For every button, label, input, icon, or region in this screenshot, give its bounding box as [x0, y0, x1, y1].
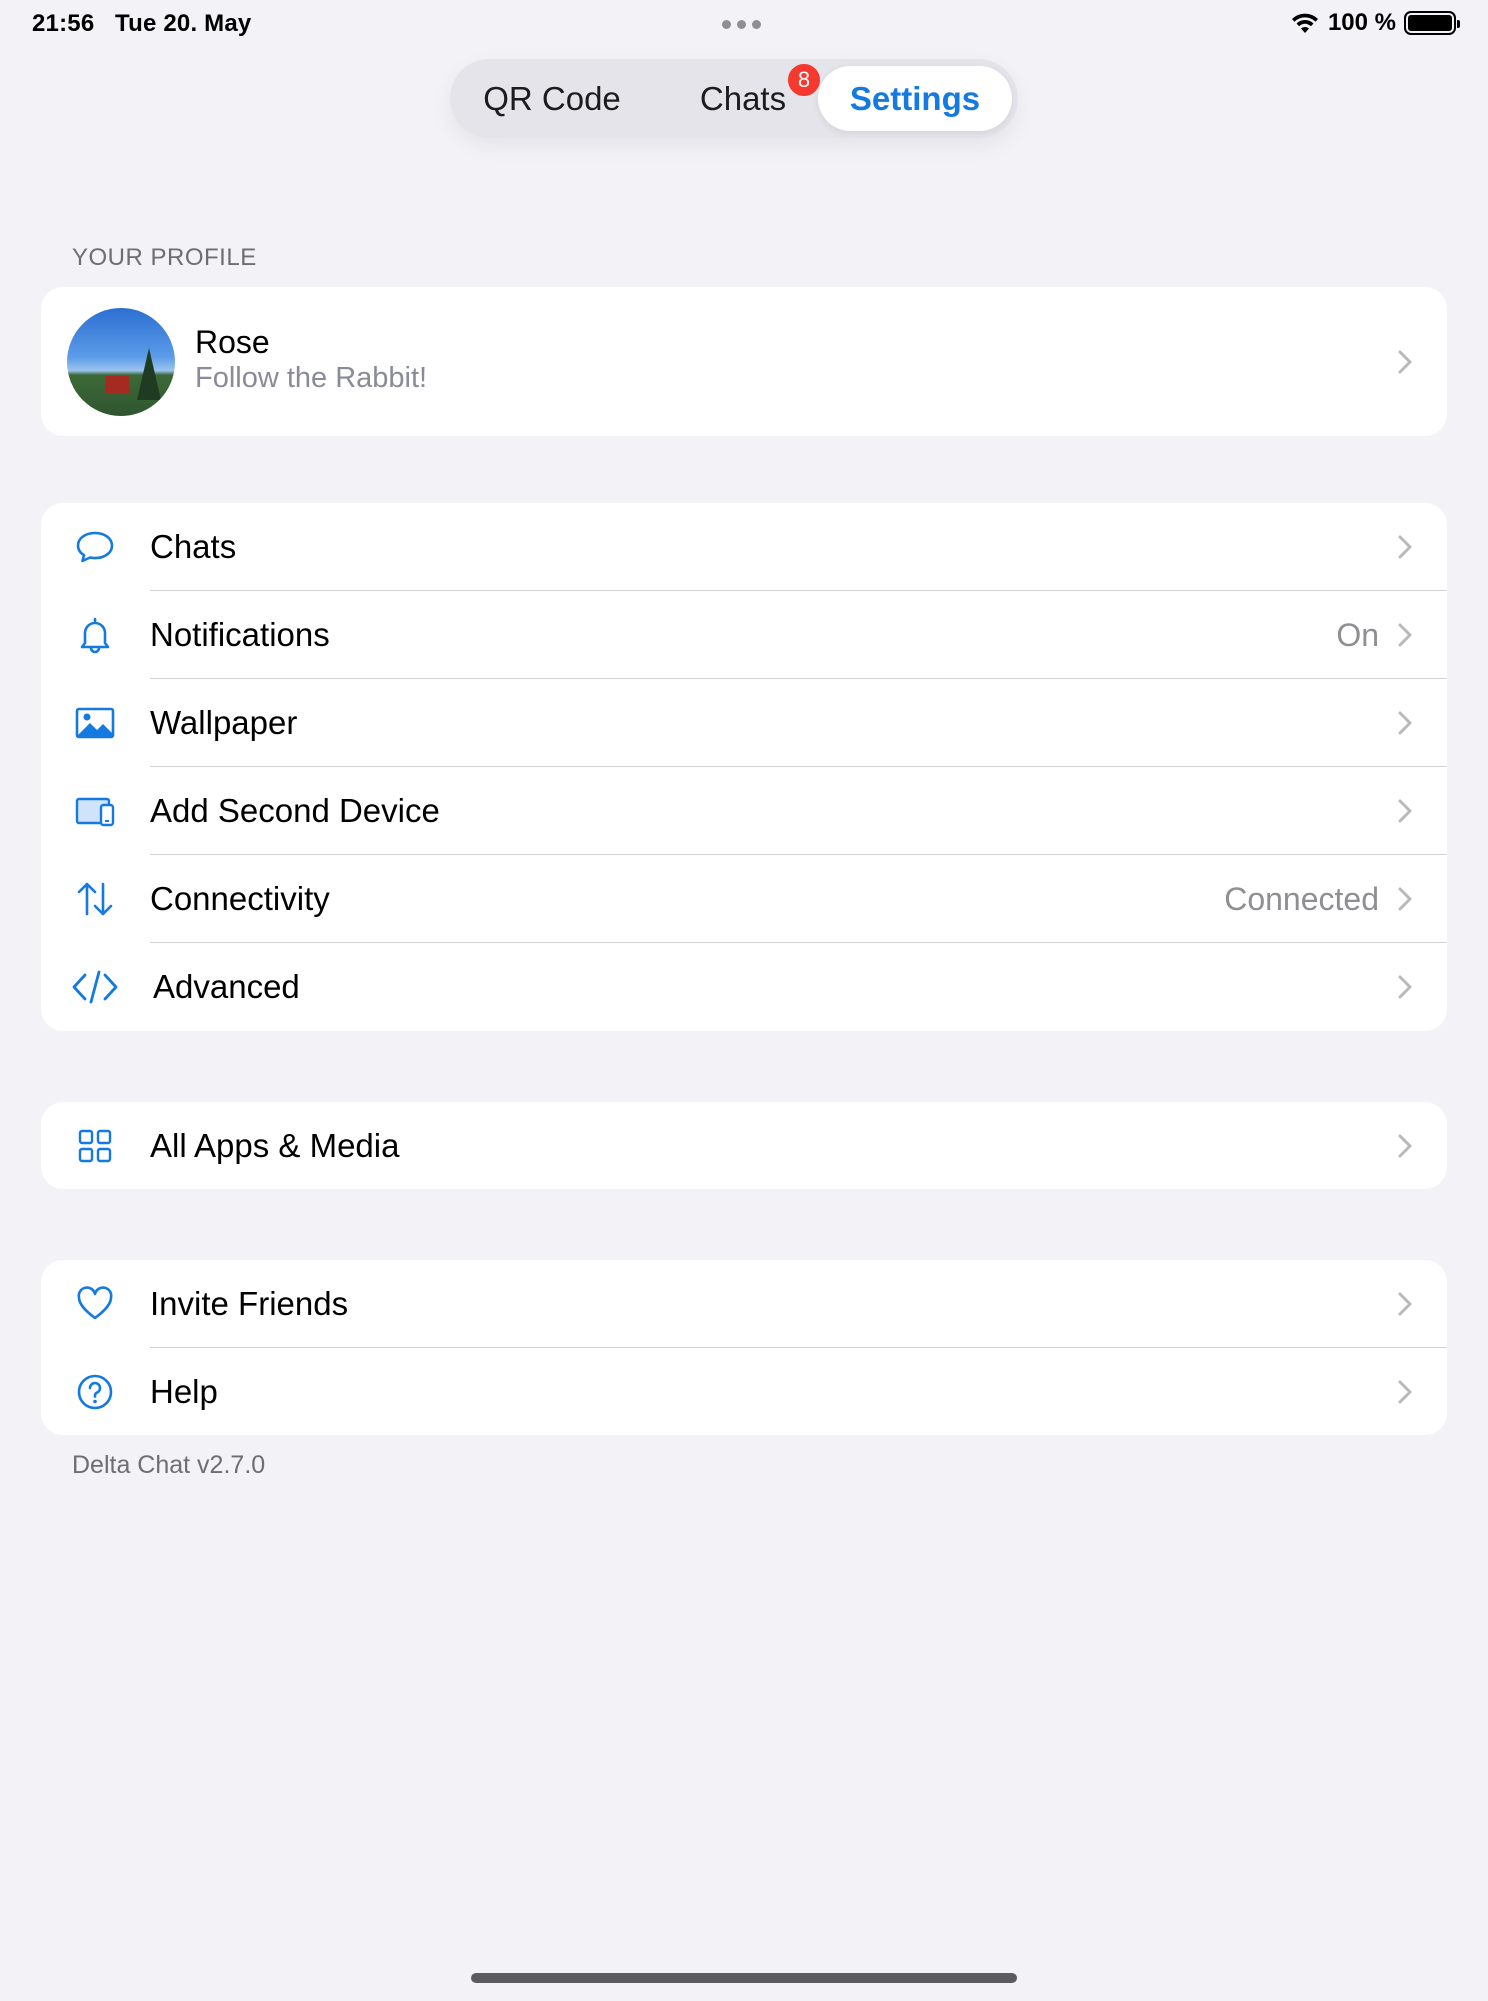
photo-icon — [75, 703, 115, 743]
settings-row-label: Chats — [150, 528, 237, 565]
wifi-icon — [1291, 13, 1318, 33]
tab-bar: QR Code Chats Settings 8 — [450, 59, 1018, 138]
arrows-up-down-icon — [75, 879, 115, 919]
home-indicator[interactable] — [471, 1973, 1017, 1983]
profile-name: Rose — [195, 324, 270, 360]
apps-group: All Apps & Media — [41, 1102, 1447, 1189]
code-icon — [71, 967, 119, 1007]
chats-unread-badge: 8 — [786, 62, 822, 98]
settings-row-label: Advanced — [153, 968, 300, 1005]
devices-icon — [75, 791, 115, 831]
settings-row-invite-friends[interactable]: Invite Friends — [41, 1260, 1447, 1348]
question-circle-icon — [75, 1372, 115, 1412]
settings-row-advanced[interactable]: Advanced — [41, 943, 1447, 1031]
settings-row-help[interactable]: Help — [41, 1348, 1447, 1435]
chevron-right-icon — [1398, 799, 1412, 823]
settings-row-chats[interactable]: Chats — [41, 503, 1447, 591]
status-bar: 21:56 Tue 20. May 100 % — [0, 0, 1488, 48]
settings-group: Chats Notifications On Wallpaper Add Sec… — [41, 503, 1447, 1031]
clock-date: Tue 20. May — [115, 10, 252, 37]
tab-settings[interactable]: Settings — [818, 66, 1012, 131]
help-group: Invite Friends Help — [41, 1260, 1447, 1435]
settings-row-add-second-device[interactable]: Add Second Device — [41, 767, 1447, 855]
settings-row-notifications[interactable]: Notifications On — [41, 591, 1447, 679]
settings-row-label: Invite Friends — [150, 1285, 349, 1322]
battery-percent: 100 % — [1327, 9, 1396, 36]
settings-row-label: Notifications — [150, 616, 330, 653]
app-version: Delta Chat v2.7.0 — [72, 1451, 266, 1479]
settings-row-all-apps-media[interactable]: All Apps & Media — [41, 1102, 1447, 1189]
connectivity-value: Connected — [1224, 881, 1379, 917]
chevron-right-icon — [1398, 1134, 1412, 1158]
multitasking-dots-icon[interactable] — [722, 20, 761, 29]
clock-time: 21:56 — [32, 10, 95, 37]
settings-row-label: All Apps & Media — [150, 1127, 400, 1164]
heart-icon — [75, 1284, 115, 1324]
status-time: 21:56 Tue 20. May — [32, 10, 251, 38]
chevron-right-icon — [1398, 623, 1412, 647]
settings-row-label: Wallpaper — [150, 704, 298, 741]
chevron-right-icon — [1398, 887, 1412, 911]
chat-bubble-icon — [75, 527, 115, 567]
avatar — [67, 308, 175, 416]
settings-row-wallpaper[interactable]: Wallpaper — [41, 679, 1447, 767]
settings-row-connectivity[interactable]: Connectivity Connected — [41, 855, 1447, 943]
tab-qr-code[interactable]: QR Code — [472, 59, 632, 138]
chevron-right-icon — [1398, 350, 1412, 374]
profile-status: Follow the Rabbit! — [195, 362, 428, 394]
chevron-right-icon — [1398, 1292, 1412, 1316]
bell-icon — [75, 615, 115, 655]
chevron-right-icon — [1398, 975, 1412, 999]
profile-row[interactable]: Rose Follow the Rabbit! — [41, 287, 1447, 436]
settings-row-label: Add Second Device — [150, 792, 440, 829]
profile-section-header: YOUR PROFILE — [72, 244, 257, 271]
chevron-right-icon — [1398, 535, 1412, 559]
battery-icon — [1404, 11, 1460, 35]
chevron-right-icon — [1398, 1380, 1412, 1404]
notifications-value: On — [1336, 617, 1379, 653]
settings-row-label: Help — [150, 1373, 218, 1410]
settings-row-label: Connectivity — [150, 880, 330, 917]
status-indicators: 100 % — [1290, 9, 1460, 37]
chevron-right-icon — [1398, 711, 1412, 735]
grid-icon — [75, 1126, 115, 1166]
